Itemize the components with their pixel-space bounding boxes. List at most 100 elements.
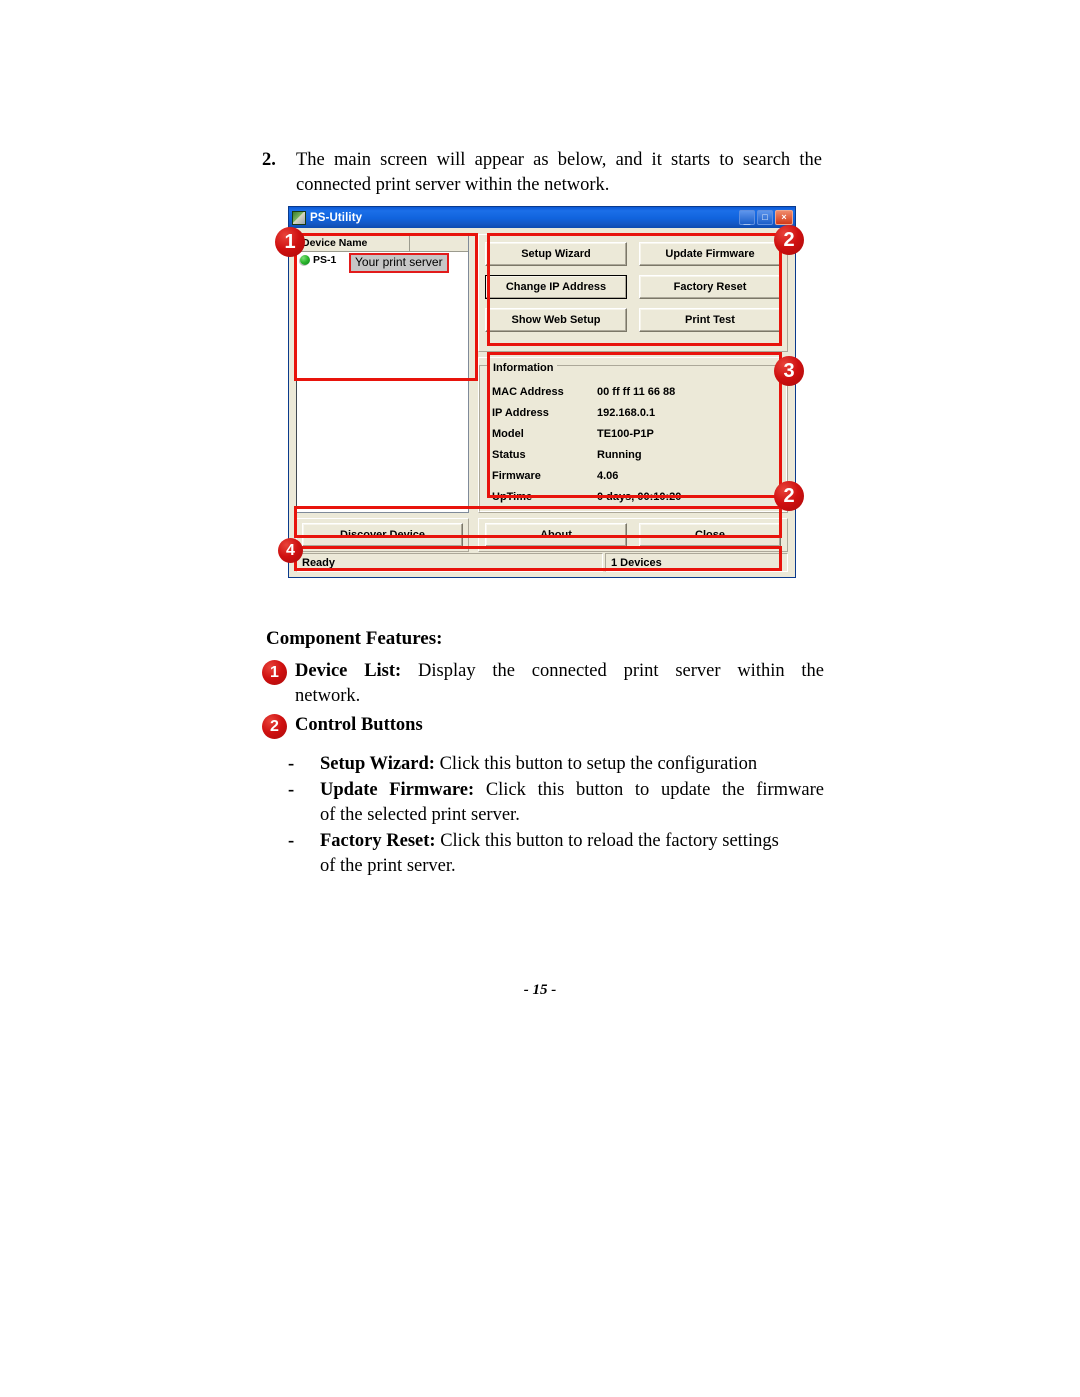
app-screenshot: PS-Utility _ □ × Device Name PS-1 Your p… xyxy=(275,206,804,578)
information-rows: MAC Address 00 ff ff 11 66 88 IP Address… xyxy=(487,381,779,507)
info-key: UpTime xyxy=(492,490,533,503)
info-key: Firmware xyxy=(492,469,541,482)
green-globe-icon xyxy=(300,254,310,265)
print-test-button[interactable]: Print Test xyxy=(639,308,781,332)
info-key: IP Address xyxy=(492,406,549,419)
ps-utility-window: PS-Utility _ □ × Device Name PS-1 Your p… xyxy=(288,206,796,578)
marker-4: 4 xyxy=(278,538,303,563)
step-2: 2. The main screen will appear as below,… xyxy=(262,148,822,198)
column-header-blank[interactable] xyxy=(410,235,468,251)
device-count: 1 Devices xyxy=(605,553,788,572)
bullet-line-1: Click this button to reload the factory … xyxy=(440,831,779,851)
main-columns: Device Name PS-1 Your print server Setup… xyxy=(296,234,788,513)
control-buttons-grid: Setup Wizard Update Firmware Change IP A… xyxy=(485,242,781,332)
marker-1: 1 xyxy=(275,227,305,257)
bullet-factory-reset: - Factory Reset: Click this button to re… xyxy=(288,829,824,879)
info-row-model: Model TE100-P1P xyxy=(492,423,779,444)
info-row-status: Status Running xyxy=(492,444,779,465)
bullet-setup-wizard: - Setup Wizard: Click this button to set… xyxy=(288,752,824,777)
app-icon xyxy=(292,210,306,225)
info-row-mac-address: MAC Address 00 ff ff 11 66 88 xyxy=(492,381,779,402)
feature-body: Control Buttons xyxy=(295,713,824,738)
info-value: 0 days, 00:10:20 xyxy=(597,490,682,503)
bullet-label: Setup Wizard: xyxy=(320,754,435,774)
step-line-2: connected print server within the networ… xyxy=(296,175,610,195)
feature-line-2: network. xyxy=(295,686,361,706)
maximize-icon: □ xyxy=(762,212,768,222)
about-close-panel: About Close xyxy=(478,518,788,552)
column-header-device-name[interactable]: Device Name xyxy=(297,235,410,251)
bullet-dash: - xyxy=(288,754,295,774)
step-paragraph: 2. The main screen will appear as below,… xyxy=(262,148,822,198)
bullet-line-2: of the print server. xyxy=(320,856,456,876)
close-icon: × xyxy=(781,212,787,222)
feature-line-1: Display the connected print server withi… xyxy=(418,661,825,681)
step-text: The main screen will appear as below, an… xyxy=(296,148,822,198)
control-buttons-panel: Setup Wizard Update Firmware Change IP A… xyxy=(478,234,788,352)
bullet-body: Setup Wizard: Click this button to setup… xyxy=(320,752,824,777)
bottom-button-bar: Discover Device About Close xyxy=(296,518,788,552)
feature-item-device-list: 1 Device List: Display the connected pri… xyxy=(262,659,824,709)
window-title: PS-Utility xyxy=(310,211,363,224)
info-key: MAC Address xyxy=(492,385,564,398)
info-row-uptime: UpTime 0 days, 00:10:20 xyxy=(492,486,779,507)
close-app-button[interactable]: Close xyxy=(639,523,781,547)
marker-3: 3 xyxy=(774,356,804,386)
information-group: Information MAC Address 00 ff ff 11 66 8… xyxy=(478,357,788,513)
bullet-body: Factory Reset: Click this button to relo… xyxy=(320,829,824,879)
info-key: Status xyxy=(492,448,526,461)
feature-body: Device List: Display the connected print… xyxy=(295,659,824,709)
info-value: Running xyxy=(597,448,642,461)
change-ip-address-button[interactable]: Change IP Address xyxy=(485,275,627,299)
information-legend: Information xyxy=(490,362,557,374)
page-number: - 15 - xyxy=(523,982,557,998)
your-print-server-callout: Your print server xyxy=(349,253,449,273)
minimize-button[interactable]: _ xyxy=(739,210,755,225)
device-list[interactable]: Device Name PS-1 Your print server xyxy=(296,234,469,513)
bullet-update-firmware: - Update Firmware: Click this button to … xyxy=(288,778,824,828)
bullet-body: Update Firmware: Click this button to up… xyxy=(320,778,824,828)
bullet-line-1: Click this button to update the firmware xyxy=(485,780,825,800)
info-value: TE100-P1P xyxy=(597,427,654,440)
discover-device-button[interactable]: Discover Device xyxy=(302,523,463,547)
marker-2-bottom: 2 xyxy=(774,481,804,511)
right-column: Setup Wizard Update Firmware Change IP A… xyxy=(478,234,788,513)
update-firmware-button[interactable]: Update Firmware xyxy=(639,242,781,266)
component-features-title: Component Features: xyxy=(266,628,443,649)
setup-wizard-button[interactable]: Setup Wizard xyxy=(485,242,627,266)
bullet-dash: - xyxy=(288,831,295,851)
window-controls: _ □ × xyxy=(739,210,793,225)
feature-label: Device List: xyxy=(295,661,402,681)
maximize-button[interactable]: □ xyxy=(757,210,773,225)
component-features-section: Component Features: 1 Device List: Displ… xyxy=(262,628,824,743)
marker-2-top: 2 xyxy=(774,225,804,255)
feature-marker-1: 1 xyxy=(262,660,287,685)
device-list-header: Device Name xyxy=(297,235,468,252)
title-bar: PS-Utility _ □ × xyxy=(289,207,795,228)
bullet-label: Factory Reset: xyxy=(320,831,436,851)
factory-reset-button[interactable]: Factory Reset xyxy=(639,275,781,299)
bullet-line-2: of the selected print server. xyxy=(320,805,520,825)
info-value: 00 ff ff 11 66 88 xyxy=(597,385,676,398)
feature-item-control-buttons: 2 Control Buttons xyxy=(262,713,824,739)
client-area: Device Name PS-1 Your print server Setup… xyxy=(289,228,795,577)
status-text: Ready xyxy=(296,553,603,572)
control-buttons-bullet-list: - Setup Wizard: Click this button to set… xyxy=(288,752,824,880)
info-value: 192.168.0.1 xyxy=(597,406,656,419)
info-row-firmware: Firmware 4.06 xyxy=(492,465,779,486)
step-line-1: The main screen will appear as below, an… xyxy=(296,150,822,170)
bullet-label: Update Firmware: xyxy=(320,780,475,800)
device-name-value: PS-1 xyxy=(313,253,337,266)
bullet-line-1: Click this button to setup the configura… xyxy=(439,754,758,774)
step-number: 2. xyxy=(262,150,276,170)
info-row-ip-address: IP Address 192.168.0.1 xyxy=(492,402,779,423)
feature-marker-2: 2 xyxy=(262,714,287,739)
status-bar: Ready 1 Devices xyxy=(296,553,788,572)
show-web-setup-button[interactable]: Show Web Setup xyxy=(485,308,627,332)
about-button[interactable]: About xyxy=(485,523,627,547)
discover-panel: Discover Device xyxy=(296,518,469,552)
minimize-icon: _ xyxy=(743,212,751,226)
bullet-dash: - xyxy=(288,780,295,800)
close-button[interactable]: × xyxy=(775,210,793,225)
feature-label: Control Buttons xyxy=(295,715,423,735)
